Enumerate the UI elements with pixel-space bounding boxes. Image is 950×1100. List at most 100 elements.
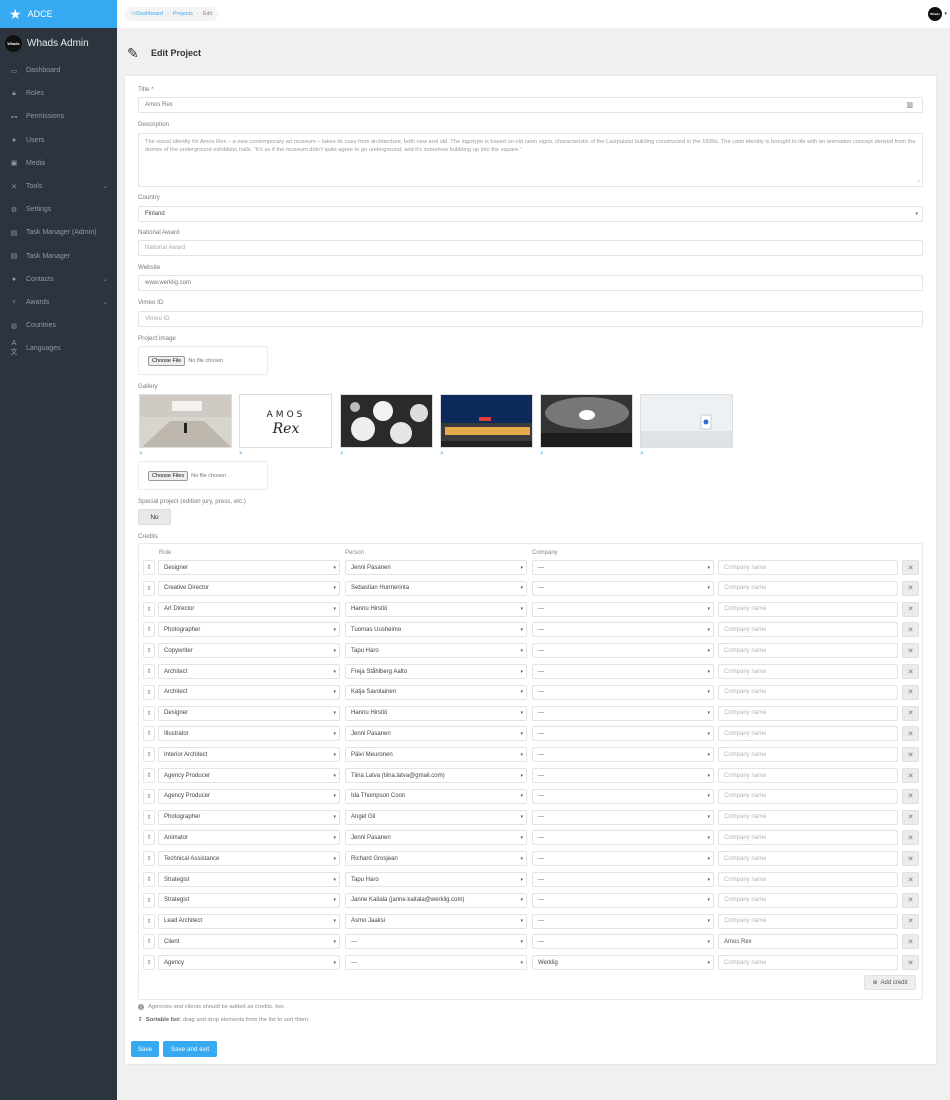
remove-credit-button[interactable]: ✕ (902, 830, 919, 846)
person-select[interactable]: Tapu Haro ▾ (345, 643, 527, 659)
role-select[interactable]: Technical Assistance ▾ (158, 851, 340, 867)
company-name-input[interactable]: Company name (718, 580, 898, 596)
person-select[interactable]: Ida Thompson Coon ▾ (345, 788, 527, 804)
remove-credit-button[interactable]: ✕ (902, 643, 919, 659)
drag-handle-icon[interactable]: ⇕ (143, 830, 155, 846)
company-name-input[interactable]: Company name (718, 622, 898, 638)
drag-handle-icon[interactable]: ⇕ (143, 580, 155, 596)
role-select[interactable]: Architect ▾ (158, 684, 340, 700)
gallery-image[interactable] (440, 394, 533, 448)
remove-credit-button[interactable]: ✕ (902, 747, 919, 763)
sidebar-item-media[interactable]: ▣ Media (0, 152, 117, 175)
company-select[interactable]: --- ▾ (532, 768, 714, 783)
role-select[interactable]: Animator ▾ (158, 830, 340, 846)
website-input[interactable]: www.werklig.com (138, 275, 923, 291)
drag-handle-icon[interactable]: ⇕ (143, 664, 155, 679)
company-select[interactable]: --- ▾ (532, 934, 714, 950)
company-name-input[interactable]: Company name (718, 643, 898, 659)
drag-handle-icon[interactable]: ⇕ (143, 622, 155, 638)
company-name-input[interactable]: Company name (718, 913, 898, 929)
remove-credit-button[interactable]: ✕ (902, 809, 919, 825)
remove-credit-button[interactable]: ✕ (902, 560, 919, 575)
person-select[interactable]: Tiina Latva (tiina.latva@gmail.com) ▾ (345, 768, 527, 783)
gallery-image[interactable] (139, 394, 232, 448)
breadcrumb-projects[interactable]: Projects (173, 11, 193, 17)
role-select[interactable]: Lead Architect ▾ (158, 913, 340, 929)
drag-handle-icon[interactable]: ⇕ (143, 934, 155, 950)
drag-handle-icon[interactable]: ⇕ (143, 913, 155, 929)
choose-file-button[interactable]: Choose File (148, 355, 186, 366)
company-name-input[interactable]: Amos Rex (718, 934, 898, 950)
person-select[interactable]: Jenni Pasanen ▾ (345, 726, 527, 742)
role-select[interactable]: Interior Architect ▾ (158, 747, 340, 763)
company-select[interactable]: Werklig ▾ (532, 955, 714, 971)
remove-credit-button[interactable]: ✕ (902, 934, 919, 950)
remove-credit-button[interactable]: ✕ (902, 788, 919, 804)
person-select[interactable]: Tuomas Uusheimo ▾ (345, 622, 527, 638)
drag-handle-icon[interactable]: ⇕ (143, 601, 155, 617)
remove-image-icon[interactable]: × (139, 451, 143, 457)
sidebar-item-tools[interactable]: ✕ Tools ⌄ (0, 175, 117, 198)
sidebar-item-languages[interactable]: A文 Languages (0, 337, 117, 360)
choose-files-button[interactable]: Choose Files (148, 470, 189, 481)
remove-image-icon[interactable]: × (540, 451, 544, 457)
role-select[interactable]: Strategist ▾ (158, 872, 340, 887)
sidebar-item-awards[interactable]: ♆ Awards ⌄ (0, 291, 117, 314)
role-select[interactable]: Agency ▾ (158, 955, 340, 971)
remove-credit-button[interactable]: ✕ (902, 768, 919, 783)
add-credit-button[interactable]: ⊕ Add credit (864, 975, 916, 990)
company-select[interactable]: --- ▾ (532, 684, 714, 700)
role-select[interactable]: Designer ▾ (158, 705, 340, 721)
company-name-input[interactable]: Company name (718, 705, 898, 721)
sidebar-item-task-manager-admin[interactable]: ▤ Task Manager (Admin) (0, 221, 117, 244)
sidebar-item-settings[interactable]: ⚙ Settings (0, 198, 117, 221)
remove-credit-button[interactable]: ✕ (902, 601, 919, 617)
company-select[interactable]: --- ▾ (532, 726, 714, 742)
role-select[interactable]: Illustrator ▾ (158, 726, 340, 742)
breadcrumb-dashboard[interactable]: Dashboard (136, 11, 163, 17)
remove-credit-button[interactable]: ✕ (902, 726, 919, 742)
drag-handle-icon[interactable]: ⇕ (143, 560, 155, 575)
company-select[interactable]: --- ▾ (532, 643, 714, 659)
gallery-image[interactable]: AMOS Rex (239, 394, 332, 448)
company-select[interactable]: --- ▾ (532, 809, 714, 825)
person-select[interactable]: Hannu Hirstiö ▾ (345, 705, 527, 721)
company-name-input[interactable]: Company name (718, 872, 898, 887)
sidebar-item-users[interactable]: ● Users (0, 129, 117, 152)
sidebar-item-contacts[interactable]: ● Contacts ⌄ (0, 268, 117, 291)
person-select[interactable]: Angel Gil ▾ (345, 809, 527, 825)
remove-credit-button[interactable]: ✕ (902, 684, 919, 700)
company-name-input[interactable]: Company name (718, 726, 898, 742)
remove-credit-button[interactable]: ✕ (902, 892, 919, 908)
drag-handle-icon[interactable]: ⇕ (143, 851, 155, 867)
company-select[interactable]: --- ▾ (532, 872, 714, 887)
person-select[interactable]: Jenni Pasanen ▾ (345, 560, 527, 575)
role-select[interactable]: Designer ▾ (158, 560, 340, 575)
company-name-input[interactable]: Company name (718, 664, 898, 679)
drag-handle-icon[interactable]: ⇕ (143, 788, 155, 804)
company-name-input[interactable]: Company name (718, 851, 898, 867)
company-name-input[interactable]: Company name (718, 768, 898, 783)
remove-image-icon[interactable]: × (440, 451, 444, 457)
title-input[interactable]: Amos Rex ▥ (138, 97, 923, 113)
person-select[interactable]: Janne Kaitala (janne.kaitala@werklig.com… (345, 892, 527, 908)
company-name-input[interactable]: Company name (718, 809, 898, 825)
sidebar-item-dashboard[interactable]: ▭ Dashboard (0, 59, 117, 82)
description-textarea[interactable]: The visual identity for Amos Rex – a new… (138, 133, 923, 187)
special-project-toggle[interactable]: No (138, 509, 171, 525)
gallery-image[interactable] (540, 394, 633, 448)
user-menu-avatar[interactable]: Whads (928, 7, 942, 21)
company-select[interactable]: --- ▾ (532, 851, 714, 867)
company-select[interactable]: --- ▾ (532, 830, 714, 846)
role-select[interactable]: Strategist ▾ (158, 892, 340, 908)
drag-handle-icon[interactable]: ⇕ (143, 955, 155, 971)
person-select[interactable]: Hannu Hirstiö ▾ (345, 601, 527, 617)
person-select[interactable]: Katja Savolainen ▾ (345, 684, 527, 700)
sidebar-item-roles[interactable]: 🔒︎ Roles (0, 82, 117, 105)
gallery-image[interactable] (640, 394, 733, 448)
drag-handle-icon[interactable]: ⇕ (143, 872, 155, 887)
company-name-input[interactable]: Company name (718, 830, 898, 846)
role-select[interactable]: Agency Producer ▾ (158, 768, 340, 783)
drag-handle-icon[interactable]: ⇕ (143, 684, 155, 700)
remove-credit-button[interactable]: ✕ (902, 664, 919, 679)
